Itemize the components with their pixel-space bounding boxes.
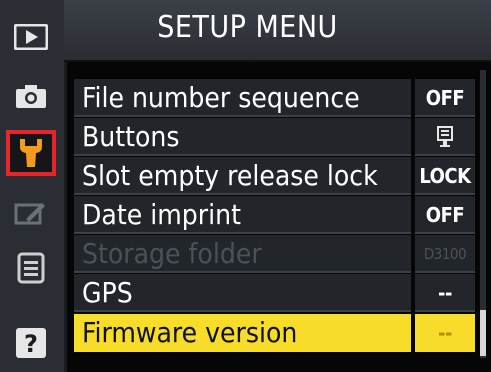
menu-item-value: LOCK bbox=[419, 164, 471, 188]
menu-item-file-number-sequence[interactable]: File number sequence OFF bbox=[74, 79, 476, 117]
tab-setup[interactable] bbox=[6, 130, 56, 176]
menu-item-label: Firmware version bbox=[82, 316, 298, 349]
menu-item-firmware-version[interactable]: Firmware version -- bbox=[74, 314, 476, 352]
menu-item-value: OFF bbox=[425, 86, 465, 110]
tab-playback[interactable] bbox=[6, 14, 56, 60]
help-icon: ? bbox=[16, 328, 46, 358]
tab-recent-settings[interactable] bbox=[6, 245, 56, 291]
menu-item-buttons[interactable]: Buttons bbox=[74, 118, 476, 156]
page-title: SETUP MENU bbox=[157, 10, 338, 45]
tab-retouch[interactable] bbox=[6, 190, 56, 236]
brush-icon bbox=[14, 203, 45, 225]
menu-item-slot-empty-release-lock[interactable]: Slot empty release lock LOCK bbox=[74, 157, 476, 195]
camera-icon bbox=[16, 85, 46, 108]
menu-item-label: Storage folder bbox=[82, 237, 262, 270]
menu-item-date-imprint[interactable]: Date imprint OFF bbox=[74, 196, 476, 234]
card-icon bbox=[437, 126, 453, 147]
menu-item-label: Buttons bbox=[82, 120, 180, 153]
menu-item-gps[interactable]: GPS -- bbox=[74, 274, 476, 312]
menu-item-value: OFF bbox=[425, 203, 465, 227]
menu-item-label: File number sequence bbox=[82, 81, 360, 114]
tab-shooting[interactable] bbox=[6, 73, 56, 119]
menu-scrollbar[interactable] bbox=[480, 70, 486, 358]
menu-tab-column: ? bbox=[0, 0, 67, 372]
menu-item-value: -- bbox=[438, 321, 452, 345]
setup-menu-list: File number sequence OFF Buttons Slot em… bbox=[64, 66, 491, 372]
menu-header: SETUP MENU bbox=[64, 0, 491, 62]
menu-item-label: GPS bbox=[82, 276, 133, 309]
help-icon-glyph: ? bbox=[24, 330, 38, 358]
menu-item-storage-folder: Storage folder D3100 bbox=[74, 235, 476, 273]
menu-item-value: D3100 bbox=[423, 245, 467, 263]
tab-help[interactable]: ? bbox=[6, 320, 56, 366]
scrollbar-thumb[interactable] bbox=[480, 310, 486, 356]
camera-menu-screen: ? SETUP MENU File number sequence OFF Bu… bbox=[0, 0, 491, 372]
wrench-icon bbox=[20, 139, 42, 167]
play-icon bbox=[14, 24, 48, 50]
list-icon bbox=[17, 252, 45, 284]
menu-item-label: Slot empty release lock bbox=[82, 159, 378, 192]
menu-item-label: Date imprint bbox=[82, 198, 241, 231]
menu-item-value: -- bbox=[438, 281, 452, 305]
